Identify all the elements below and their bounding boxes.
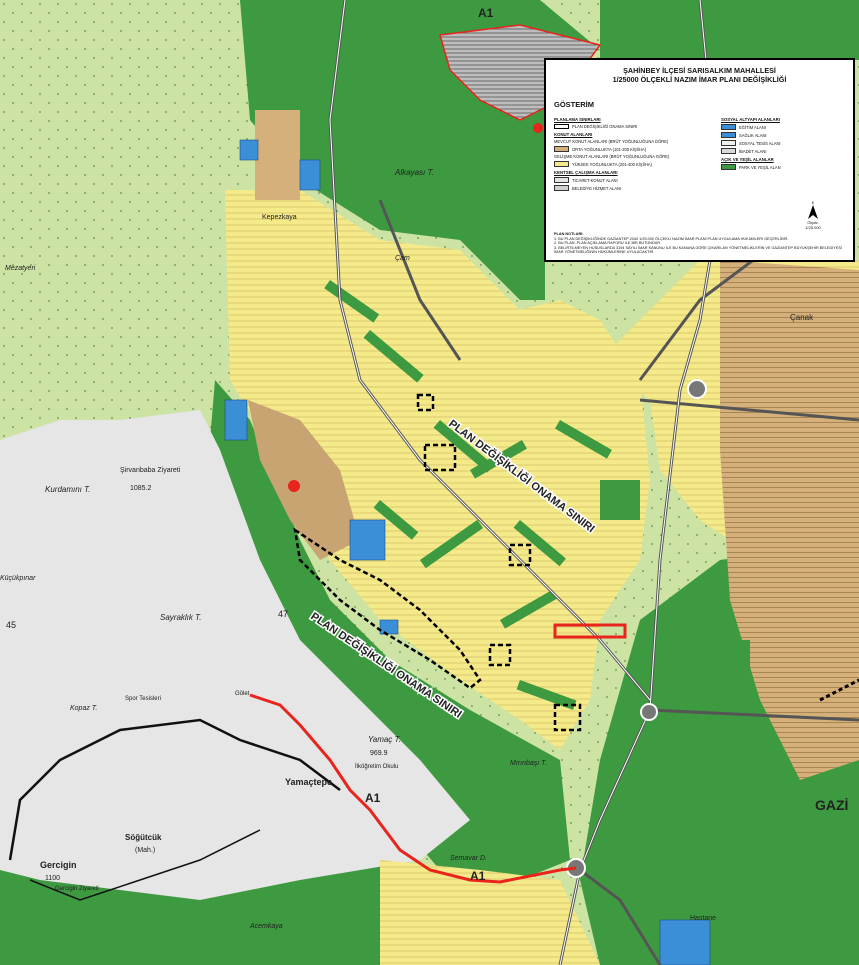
legend-label-gelisme: GELİŞME KONUT ALANLARI (BRÜT YOĞUNLUĞUNA… <box>554 154 670 159</box>
place-alkayasi: Alkayası T. <box>394 168 434 177</box>
place-acemkaya: Acemkaya <box>249 923 283 930</box>
place-gazi: GAZİ <box>815 797 848 813</box>
legend-column-left: PLANLAMA SINIRLARI PLAN DEĞİŞİKLİĞİ ONAM… <box>554 114 719 193</box>
place-cam: Çam <box>395 255 410 262</box>
place-gercigin-height: 1100 <box>45 875 60 882</box>
swatch-social <box>721 140 736 146</box>
legend-item-sosyal-tesis: SOSYAL TESİS ALANI <box>721 140 851 146</box>
legend-label-belediye: BELEDİYE HİZMET ALANI <box>572 185 622 191</box>
place-kepezkaya: Kepezkaya <box>262 214 297 221</box>
legend-section-planlama: PLANLAMA SINIRLARI <box>554 117 601 122</box>
swatch-education <box>721 124 736 130</box>
legend-column-right: SOSYAL ALTYAPI ALANLARI EĞİTİM ALANI SAĞ… <box>721 114 851 172</box>
north-arrow-icon <box>808 205 818 219</box>
legend-label-sosyal-tesis: SOSYAL TESİS ALANI <box>739 140 781 146</box>
place-sayraklik: Sayraklık T. <box>160 613 202 622</box>
place-ogretmen: İlköğretim Okulu <box>355 763 398 770</box>
swatch-boundary <box>554 124 569 129</box>
legend-item-egitim: EĞİTİM ALANI <box>721 124 851 130</box>
grid-number-45: 45 <box>6 620 16 630</box>
swatch-health <box>721 132 736 138</box>
swatch-mid-density <box>554 146 569 152</box>
place-yamac-height: 969.9 <box>370 750 388 757</box>
a1-label-mid: A1 <box>365 791 381 805</box>
legend-label-ticaret: TİCARET-KONUT ALANI <box>572 177 618 183</box>
legend-section-kentsel: KENTSEL ÇALIŞMA ALANLARI <box>554 170 618 175</box>
legend-heading: GÖSTERİM <box>554 100 595 109</box>
swatch-high-density <box>554 161 569 167</box>
legend-label-ibadet: İBADET ALANI <box>739 148 767 154</box>
swatch-commercial <box>554 177 569 183</box>
a1-label-top: A1 <box>478 6 494 20</box>
a1-label-bottom: A1 <box>470 869 486 883</box>
legend-label-saglik: SAĞLIK ALANI <box>739 132 767 138</box>
legend-item-onama: PLAN DEĞİŞİKLİĞİ ONAMA SINIRI <box>554 124 719 129</box>
north-arrow: K Ölçek: 1/25.000 <box>801 200 825 230</box>
place-minnibasi: Mırınbaşı T. <box>510 760 547 767</box>
legend-item-gelisme: GELİŞME KONUT ALANLARI (BRÜT YOĞUNLUĞUNA… <box>554 154 719 159</box>
legend-label-yuksek: YÜKSEK YOĞUNLUKTA (201-400 KİŞİ/HA) <box>572 161 652 167</box>
place-yamactepe: Yamaçtepe <box>285 777 332 787</box>
legend-item-ibadet: İBADET ALANI <box>721 148 851 154</box>
housing-mid-top <box>255 110 300 200</box>
swatch-park <box>721 164 736 170</box>
legend-section-acik: AÇIK VE YEŞİL ALANLAR <box>721 157 774 162</box>
legend-label-egitim: EĞİTİM ALANI <box>739 124 766 130</box>
legend-item-park: PARK VE YEŞİL ALAN <box>721 164 851 170</box>
legend-item-saglik: SAĞLIK ALANI <box>721 132 851 138</box>
place-sogutcuk-mah: (Mah.) <box>135 847 155 854</box>
place-mezatyeri: Mezatyeri <box>5 265 36 272</box>
plan-notes: PLAN NOTLARI: 1. BU PLAN DEĞİŞİKLİĞİNDE … <box>554 232 849 255</box>
swatch-worship <box>721 148 736 154</box>
legend-item-yuksek: YÜKSEK YOĞUNLUKTA (201-400 KİŞİ/HA) <box>554 161 719 167</box>
place-sirvanbaba-height: 1085.2 <box>130 485 152 492</box>
place-gercigin: Gercigin <box>40 860 77 870</box>
place-hastane: Hastane <box>690 915 716 922</box>
place-semavar: Semavar D. <box>450 855 487 862</box>
place-golet: Gölet <box>235 691 250 697</box>
scale-label: Ölçek: 1/25.000 <box>805 220 821 230</box>
place-yamac-t: Yamaç T. <box>368 735 401 744</box>
legend-item-orta: ORTA YOĞUNLUKTA (101-200 KİŞİ/HA) <box>554 146 719 152</box>
place-gercigin-ziyareti: Gercigin Ziyareti <box>55 886 99 892</box>
place-kucukpinar: Küçükpınar <box>0 575 36 582</box>
place-spor: Spor Tesisleri <box>125 696 161 702</box>
legend-label-park: PARK VE YEŞİL ALAN <box>739 164 781 170</box>
legend-title: ŞAHİNBEY İLÇESİ SARISALKIM MAHALLESİ 1/2… <box>546 66 853 84</box>
grid-number-47: 47 <box>278 609 288 619</box>
legend-panel: ŞAHİNBEY İLÇESİ SARISALKIM MAHALLESİ 1/2… <box>544 58 855 262</box>
legend-item-ticaret: TİCARET-KONUT ALANI <box>554 177 719 183</box>
legend-title-line1: ŞAHİNBEY İLÇESİ SARISALKIM MAHALLESİ <box>623 66 776 75</box>
forest-right-strip <box>600 0 859 60</box>
legend-label-mevcut: MEVCUT KONUT ALANLARI (BRÜT YOĞUNLUĞUNA … <box>554 139 669 144</box>
legend-section-konut: KONUT ALANLARI <box>554 132 593 137</box>
place-kurdaminn: Kurdamını T. <box>45 485 91 494</box>
legend-item-mevcut: MEVCUT KONUT ALANLARI (BRÜT YOĞUNLUĞUNA … <box>554 139 719 144</box>
legend-item-belediye: BELEDİYE HİZMET ALANI <box>554 185 719 191</box>
place-kopaz: Kopaz T. <box>70 705 97 712</box>
legend-section-sosyal: SOSYAL ALTYAPI ALANLARI <box>721 117 780 122</box>
place-sogutcuk: Söğütcük <box>125 833 162 842</box>
legend-label-orta: ORTA YOĞUNLUKTA (101-200 KİŞİ/HA) <box>572 146 647 152</box>
legend-title-line2: 1/25000 ÖLÇEKLİ NAZIM İMAR PLANI DEĞİŞİK… <box>612 75 787 84</box>
swatch-municipal <box>554 185 569 191</box>
place-canak: Çanak <box>790 313 814 322</box>
plan-note-3: 3. BELİRTİLMEYEN HUSUSLARDA 3194 SAYILI … <box>554 245 842 255</box>
legend-label-onama: PLAN DEĞİŞİKLİĞİ ONAMA SINIRI <box>572 124 638 129</box>
place-sirvanbaba: Şirvanbaba Ziyareti <box>120 467 181 474</box>
